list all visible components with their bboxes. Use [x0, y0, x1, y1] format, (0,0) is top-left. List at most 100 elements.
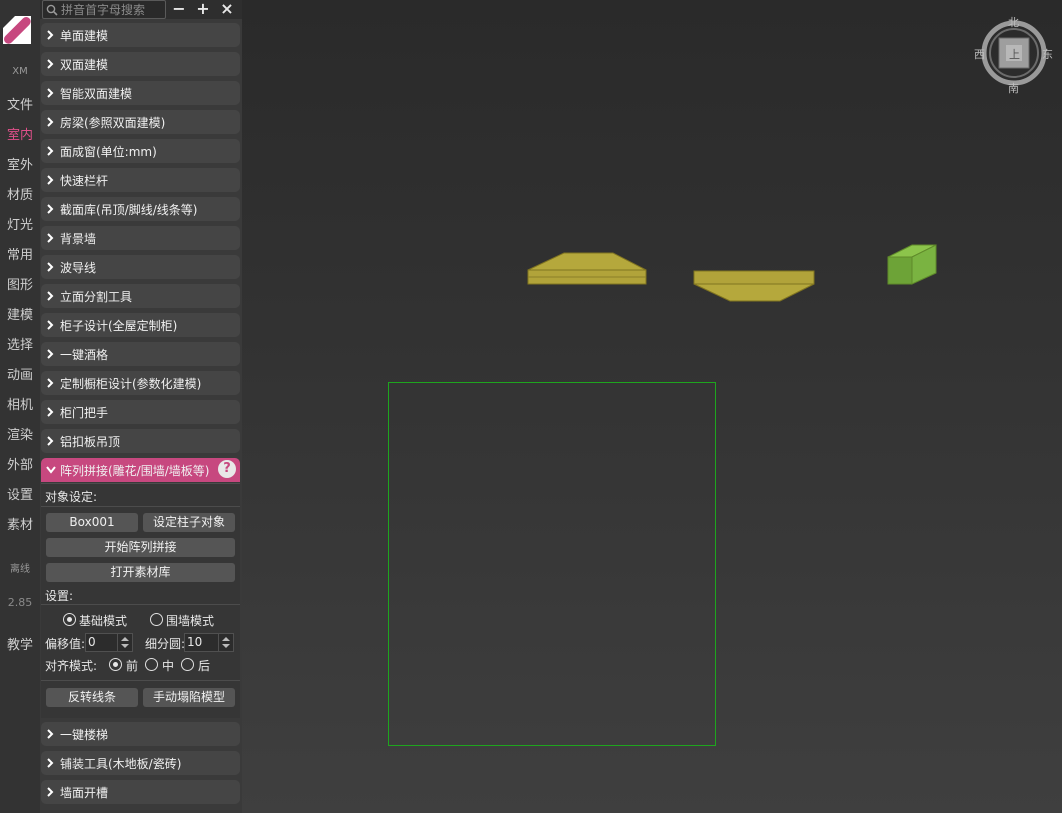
section-label: 单面建模 [60, 29, 109, 43]
section-item-14[interactable]: 铝扣板吊顶 [41, 429, 240, 453]
section-item-7[interactable]: 背景墙 [41, 226, 240, 250]
section-label: 一键楼梯 [60, 728, 109, 742]
nav-item-material[interactable]: 材质 [0, 184, 40, 203]
compass-south-label[interactable]: 南 [1008, 80, 1019, 96]
section-array-splice[interactable]: 阵列拼接(雕花/围墙/墙板等) ? [41, 458, 240, 482]
section-item-5[interactable]: 快速栏杆 [41, 168, 240, 192]
nav-item-animation[interactable]: 动画 [0, 364, 40, 383]
subdiv-label: 细分圆: [145, 637, 186, 651]
section-item-8[interactable]: 波导线 [41, 255, 240, 279]
nav-item-tutorial[interactable]: 教学 [0, 634, 40, 653]
section-item-3[interactable]: 房梁(参照双面建模) [41, 110, 240, 134]
collapse-all-button[interactable]: − [170, 1, 188, 17]
subdiv-stepper[interactable]: 10 [184, 633, 234, 652]
object-name-button[interactable]: Box001 [46, 513, 138, 532]
section-label: 面成窗(单位:mm) [60, 145, 157, 159]
section-item-10[interactable]: 柜子设计(全屋定制柜) [41, 313, 240, 337]
nav-item-indoor[interactable]: 室内 [0, 124, 40, 143]
mode-wall-radio[interactable] [150, 613, 163, 626]
compass-east-label[interactable]: 东 [1042, 46, 1053, 62]
nav-item-outdoor[interactable]: 室外 [0, 154, 40, 173]
section-label: 背景墙 [60, 232, 97, 246]
search-box[interactable] [42, 0, 166, 19]
nav-item-external[interactable]: 外部 [0, 454, 40, 473]
search-bar: − + × [40, 0, 242, 19]
section-label: 房梁(参照双面建模) [60, 116, 166, 130]
section-label: 阵列拼接(雕花/围墙/墙板等) [60, 464, 210, 478]
set-pillar-button[interactable]: 设定柱子对象 [143, 513, 235, 532]
mode-basic-radio[interactable] [63, 613, 76, 626]
3d-viewport[interactable]: 北 南 东 西 上 [242, 0, 1062, 813]
view-compass[interactable]: 北 南 东 西 上 [974, 14, 1056, 96]
stepper-arrows[interactable] [218, 634, 233, 651]
align-middle-radio[interactable] [145, 658, 158, 671]
align-front-radio[interactable] [109, 658, 122, 671]
trapezoid-object[interactable] [527, 252, 647, 285]
collapse-model-button[interactable]: 手动塌陷模型 [143, 688, 235, 707]
compass-top-label[interactable]: 上 [1009, 46, 1020, 62]
align-back-label: 后 [198, 659, 211, 673]
offset-stepper[interactable]: 0 [85, 633, 133, 652]
compass-north-label[interactable]: 北 [1008, 14, 1019, 30]
search-input[interactable] [61, 1, 161, 18]
section-item-bottom-0[interactable]: 一键楼梯 [41, 722, 240, 746]
chevron-down-icon [46, 466, 56, 474]
section-label: 波导线 [60, 261, 97, 275]
green-box-object[interactable] [887, 244, 937, 285]
open-library-button[interactable]: 打开素材库 [46, 563, 235, 582]
align-middle-label: 中 [162, 659, 175, 673]
array-splice-panel: 对象设定: Box001 设定柱子对象 开始阵列拼接 打开素材库 设置: 基础模… [41, 483, 240, 718]
section-label: 铺装工具(木地板/瓷砖) [60, 757, 182, 771]
chevron-right-icon [47, 758, 54, 768]
nav-item-offline[interactable]: 离线 [0, 560, 40, 575]
nav-item-light[interactable]: 灯光 [0, 214, 40, 233]
settings-label: 设置: [45, 589, 74, 603]
divider [41, 680, 240, 681]
object-settings-label: 对象设定: [45, 490, 98, 504]
left-nav: XM 文件 室内 室外 材质 灯光 常用 图形 建模 选择 动画 相机 渲染 外… [0, 0, 40, 813]
section-item-4[interactable]: 面成窗(单位:mm) [41, 139, 240, 163]
section-item-bottom-2[interactable]: 墙面开槽 [41, 780, 240, 804]
chevron-right-icon [47, 175, 54, 185]
app-logo-icon[interactable] [3, 16, 31, 44]
section-label: 柜门把手 [60, 406, 109, 420]
mode-wall-label: 围墙模式 [166, 614, 215, 628]
align-front-label: 前 [126, 659, 139, 673]
reverse-lines-button[interactable]: 反转线条 [46, 688, 138, 707]
expand-all-button[interactable]: + [194, 1, 212, 17]
section-item-13[interactable]: 柜门把手 [41, 400, 240, 424]
divider [41, 483, 240, 484]
stepper-arrows[interactable] [117, 634, 132, 651]
section-item-11[interactable]: 一键酒格 [41, 342, 240, 366]
section-item-bottom-1[interactable]: 铺装工具(木地板/瓷砖) [41, 751, 240, 775]
nav-item-settings[interactable]: 设置 [0, 484, 40, 503]
nav-item-xm[interactable]: XM [0, 66, 40, 77]
start-array-button[interactable]: 开始阵列拼接 [46, 538, 235, 557]
section-label: 双面建模 [60, 58, 109, 72]
section-label: 定制橱柜设计(参数化建模) [60, 377, 202, 391]
chevron-right-icon [47, 787, 54, 797]
section-item-2[interactable]: 智能双面建模 [41, 81, 240, 105]
inverted-trapezoid-object[interactable] [693, 270, 815, 302]
section-item-12[interactable]: 定制橱柜设计(参数化建模) [41, 371, 240, 395]
nav-item-assets[interactable]: 素材 [0, 514, 40, 533]
close-panel-button[interactable]: × [218, 1, 236, 17]
nav-item-shape[interactable]: 图形 [0, 274, 40, 293]
nav-item-camera[interactable]: 相机 [0, 394, 40, 413]
section-item-0[interactable]: 单面建模 [41, 23, 240, 47]
nav-item-model[interactable]: 建模 [0, 304, 40, 323]
nav-item-file[interactable]: 文件 [0, 94, 40, 113]
nav-item-common[interactable]: 常用 [0, 244, 40, 263]
help-icon[interactable]: ? [218, 460, 236, 478]
section-item-9[interactable]: 立面分割工具 [41, 284, 240, 308]
section-item-1[interactable]: 双面建模 [41, 52, 240, 76]
nav-item-render[interactable]: 渲染 [0, 424, 40, 443]
chevron-right-icon [47, 204, 54, 214]
section-item-6[interactable]: 截面库(吊顶/脚线/线条等) [41, 197, 240, 221]
nav-item-select[interactable]: 选择 [0, 334, 40, 353]
chevron-right-icon [47, 117, 54, 127]
search-icon [46, 4, 58, 16]
compass-west-label[interactable]: 西 [974, 46, 985, 62]
align-back-radio[interactable] [181, 658, 194, 671]
chevron-right-icon [47, 30, 54, 40]
